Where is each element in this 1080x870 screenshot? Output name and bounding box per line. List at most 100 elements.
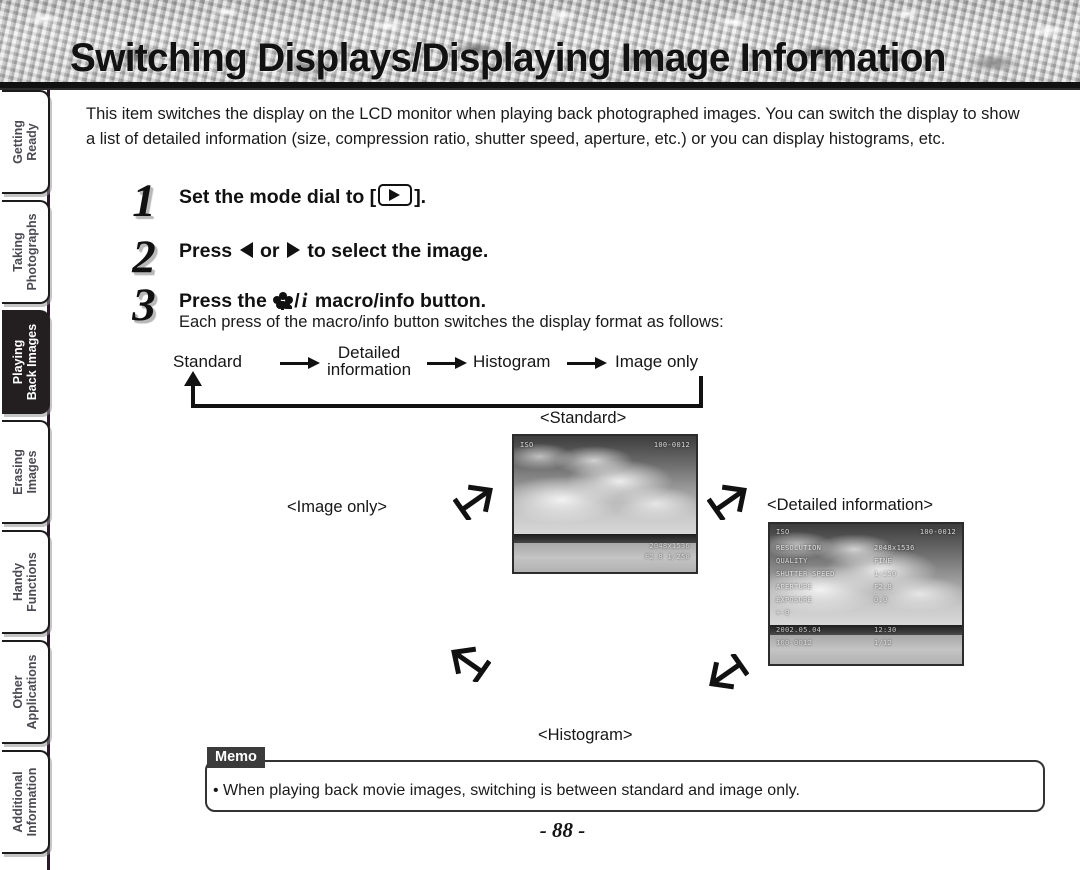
osd-row8-label: 100-0012 [776, 639, 813, 647]
flow-item-image-only: Image only [615, 352, 699, 371]
step-subtext: Each press of the macro/info button swit… [179, 313, 724, 331]
osd-top-right: 100-0012 [919, 528, 956, 536]
step-text-before: Press [179, 240, 233, 262]
page-title: Switching Displays/Displaying Image Info… [70, 36, 946, 80]
step-text-before: Press the [179, 290, 267, 312]
tab-line2: Functions [25, 552, 39, 612]
memo-bullet: • [213, 782, 219, 799]
sidebar-item-label: Handy Functions [11, 552, 39, 612]
sidebar-item-getting-ready[interactable]: Getting Ready [2, 90, 50, 194]
flow-loop-arrowhead-icon [184, 371, 202, 386]
cycle-arrow-imageonly-to-standard-icon [453, 484, 493, 520]
sidebar-item-erasing-images[interactable]: Erasing Images [2, 420, 50, 524]
tab-line1: Playing [11, 339, 25, 385]
memo-tag-label: Memo [207, 747, 265, 768]
step-text-slash: / [294, 290, 300, 312]
sidebar-item-label: Other Applications [11, 654, 39, 729]
playback-mode-icon [378, 184, 413, 206]
flow-arrow-1-icon [280, 357, 320, 369]
flow-item-histogram: Histogram [473, 352, 551, 371]
osd-row3-label: SHUTTER SPEED [776, 570, 835, 578]
flow-arrow-3-icon [567, 357, 607, 369]
tab-line2: Applications [25, 654, 39, 730]
flow-arrow-2-icon [427, 357, 467, 369]
step-text-after: to select the image. [307, 240, 489, 262]
step-instruction: Press the /i macro/info button. [179, 288, 486, 313]
tab-line1: Taking [11, 232, 25, 272]
step-text-after: macro/info button. [314, 290, 487, 312]
macro-flower-icon [273, 292, 294, 310]
step-text-after: ]. [414, 186, 427, 208]
osd-row1-value: 2048x1536 [874, 544, 915, 552]
flow-loop-left-segment [191, 386, 195, 406]
lcd-preview-standard: ISO 100-0012 2048x1536 F2.8 1/250 [512, 434, 698, 574]
step-text-middle: or [259, 240, 280, 262]
lcd-preview-detailed: ISO 100-0012 RESOLUTION 2048x1536 QUALIT… [768, 522, 964, 666]
osd-row2-value: FINE [874, 557, 893, 565]
arrow-right-icon [286, 242, 300, 258]
cycle-arrow-standard-to-detailed-icon [707, 484, 747, 520]
cycle-arrow-histogram-to-imageonly-icon [451, 646, 491, 682]
sidebar-tabs: Getting Ready Taking Photographs Playing… [0, 90, 50, 870]
tab-line2: Information [25, 767, 39, 837]
osd-row2-label: QUALITY [776, 557, 808, 565]
osd-top-left: ISO [776, 528, 790, 536]
tab-line1: Getting [11, 120, 25, 164]
sidebar-item-taking-photographs[interactable]: Taking Photographs [2, 200, 50, 304]
osd-top-left: ISO [520, 441, 534, 449]
cycle-arrow-detailed-to-histogram-icon [709, 654, 749, 690]
tab-line2: Images [25, 450, 39, 494]
tab-line2: Back Images [25, 323, 39, 401]
sidebar-item-label: Playing Back Images [11, 324, 39, 400]
header-divider-thin [0, 88, 1080, 90]
tab-line1: Other [11, 675, 25, 709]
step-text-before: Set the mode dial to [ [179, 186, 377, 208]
osd-row8-value: 1/12 [874, 639, 893, 647]
page-number: - 88 - [539, 818, 586, 842]
manual-page: Switching Displays/Displaying Image Info… [0, 0, 1080, 870]
tab-line2: Photographs [25, 213, 39, 291]
osd-bottom-2: F2.8 1/250 [644, 553, 690, 561]
step-number: 3 [132, 279, 156, 331]
tab-line1: Erasing [11, 449, 25, 495]
tab-line2: Ready [25, 123, 39, 161]
osd-bottom-1: 2048x1536 [649, 542, 690, 550]
osd-row3-value: 1/250 [874, 570, 897, 578]
info-i-icon: i [301, 288, 308, 312]
sidebar-item-label: Erasing Images [11, 449, 39, 495]
sidebar-item-playing-back-images[interactable]: Playing Back Images [2, 310, 50, 414]
flow-item-detailed-information: Detailed information [327, 344, 411, 378]
step-number: 1 [132, 175, 156, 227]
step-instruction: Press or to select the image. [179, 240, 488, 263]
osd-top-right: 100-0012 [653, 441, 690, 449]
osd-row6-label: +-0 [776, 609, 790, 617]
sidebar-item-handy-functions[interactable]: Handy Functions [2, 530, 50, 634]
memo-text: When playing back movie images, switchin… [223, 782, 800, 799]
sidebar-item-other-applications[interactable]: Other Applications [2, 640, 50, 744]
osd-row4-value: F2.8 [874, 583, 893, 591]
osd-row5-label: EXPOSURE [776, 596, 813, 604]
osd-row1-label: RESOLUTION [776, 544, 822, 552]
caption-standard: <Standard> [540, 409, 627, 427]
flow-item-standard: Standard [173, 352, 242, 371]
step-instruction: Set the mode dial to []. [179, 184, 426, 209]
caption-image-only: <Image only> [287, 498, 387, 516]
osd-row7-label: 2002.05.04 [776, 626, 822, 634]
tab-line1: Handy [11, 562, 25, 602]
caption-histogram: <Histogram> [538, 726, 633, 744]
sidebar-item-label: Taking Photographs [11, 213, 39, 290]
intro-paragraph: This item switches the display on the LC… [86, 105, 1020, 148]
sidebar-item-additional-information[interactable]: Additional Information [2, 750, 50, 854]
step-number: 2 [132, 231, 156, 283]
sidebar-item-label: Getting Ready [11, 120, 39, 164]
osd-row7-value: 12:30 [874, 626, 897, 634]
flow-item-line2: information [327, 360, 412, 379]
lcd-sky [514, 436, 696, 540]
content-area: This item switches the display on the LC… [55, 92, 1070, 862]
osd-row4-label: APERTURE [776, 583, 813, 591]
sidebar-item-label: Additional Information [11, 768, 39, 837]
tab-line1: Additional [11, 771, 25, 833]
arrow-left-icon [239, 242, 253, 258]
caption-detailed-information: <Detailed information> [767, 496, 934, 514]
osd-row5-value: 0.0 [874, 596, 888, 604]
